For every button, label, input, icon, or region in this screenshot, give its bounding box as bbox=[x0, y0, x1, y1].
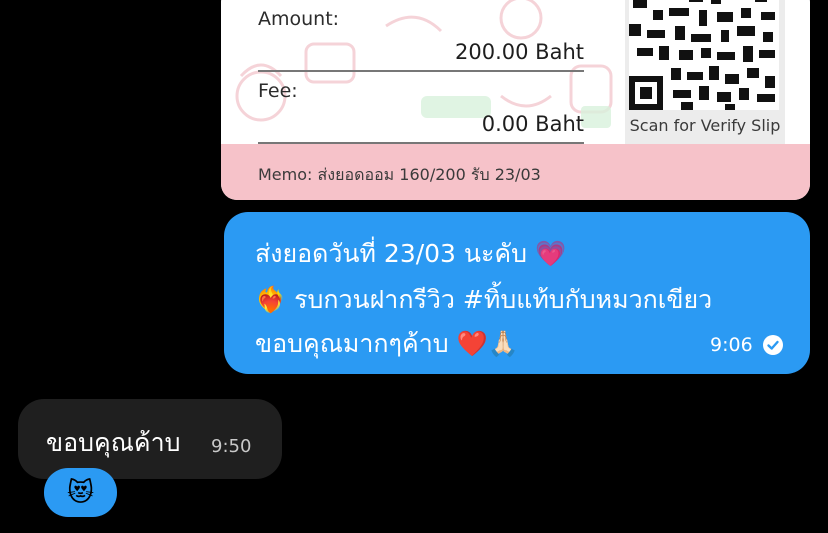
message-timestamp: 9:06 bbox=[710, 334, 753, 356]
qr-code-icon bbox=[629, 0, 779, 110]
amount-value: 200.00 Baht bbox=[455, 40, 584, 64]
memo-text: Memo: ส่งยอดออม 160/200 รับ 23/03 bbox=[258, 165, 541, 184]
fee-value: 0.00 Baht bbox=[481, 112, 584, 136]
outgoing-message-line: ขอบคุณมากๆค้าบ ❤️🙏🏻 bbox=[255, 329, 519, 358]
outgoing-message-line: ส่งยอดวันที่ 23/03 นะคับ 💗 bbox=[255, 239, 567, 268]
transfer-slip-image[interactable]: Amount: 200.00 Baht Fee: 0.00 Baht Scan … bbox=[221, 0, 810, 200]
fee-label: Fee: bbox=[258, 80, 298, 102]
heart-eyes-cat-emoji-icon: 😻 bbox=[66, 477, 95, 508]
read-check-icon bbox=[763, 335, 783, 355]
message-timestamp: 9:50 bbox=[211, 436, 252, 457]
outgoing-message-bubble[interactable]: ส่งยอดวันที่ 23/03 นะคับ 💗 ❤️‍🔥 รบกวนฝาก… bbox=[224, 212, 810, 374]
outgoing-message-line: ❤️‍🔥 รบกวนฝากรีวิว #ทิ้บแท้บกับหมวกเขียว bbox=[255, 285, 713, 314]
reaction-chip[interactable]: 😻 bbox=[44, 468, 117, 517]
qr-caption: Scan for Verify Slip bbox=[629, 116, 781, 135]
amount-label: Amount: bbox=[258, 8, 340, 30]
amount-divider bbox=[258, 70, 584, 72]
incoming-message-bubble[interactable]: ขอบคุณค้าบ 9:50 bbox=[18, 399, 282, 479]
incoming-message-text: ขอบคุณค้าบ bbox=[46, 428, 181, 457]
